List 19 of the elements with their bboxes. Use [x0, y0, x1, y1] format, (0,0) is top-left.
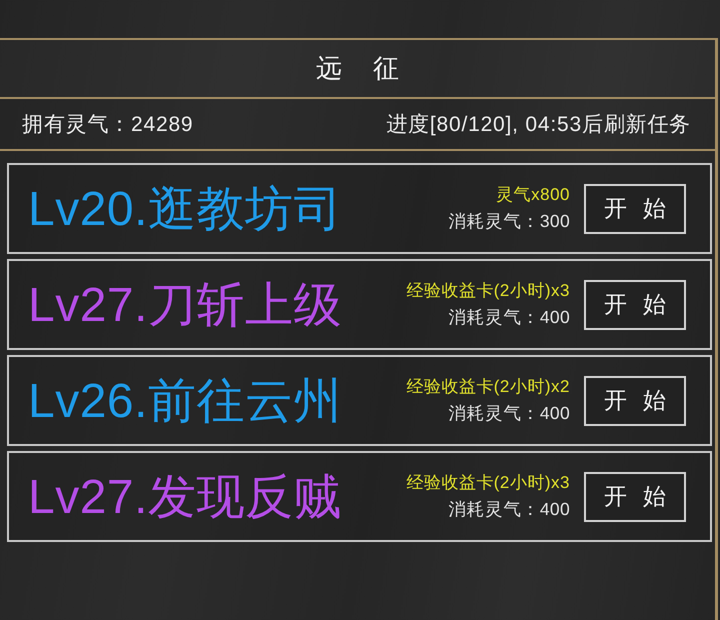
reward-text: 经验收益卡(2小时)x3 — [406, 474, 570, 492]
page-title: 远 征 — [316, 52, 399, 85]
start-button[interactable]: 开 始 — [584, 280, 686, 330]
quest-title: Lv20.逛教坊司 — [28, 182, 342, 238]
progress-text: 进度[80/120], 04:53后刷新任务 — [386, 112, 691, 138]
reward-text: 经验收益卡(2小时)x2 — [406, 378, 570, 396]
reward-text: 经验收益卡(2小时)x3 — [406, 282, 570, 300]
quest-title: Lv27.刀斩上级 — [28, 278, 342, 334]
cost-text: 消耗灵气：400 — [448, 308, 570, 328]
quest-title: Lv26.前往云州 — [28, 374, 342, 430]
reward-text: 灵气x800 — [496, 186, 570, 204]
quest-title: Lv27.发现反贼 — [28, 470, 342, 526]
start-button[interactable]: 开 始 — [584, 472, 686, 522]
cost-text: 消耗灵气：400 — [448, 404, 570, 424]
spirit-balance: 拥有灵气：24289 — [22, 112, 194, 138]
cost-text: 消耗灵气：400 — [448, 500, 570, 520]
cost-text: 消耗灵气：300 — [448, 212, 570, 232]
start-button[interactable]: 开 始 — [584, 184, 686, 234]
start-button[interactable]: 开 始 — [584, 376, 686, 426]
